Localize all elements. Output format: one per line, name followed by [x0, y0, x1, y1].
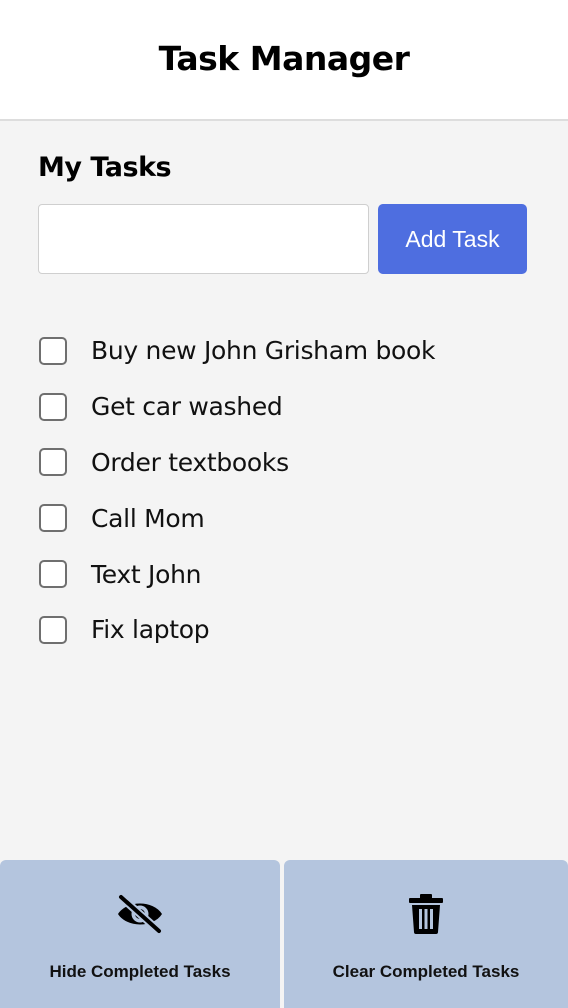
- task-item: Get car washed: [38, 379, 528, 435]
- hide-completed-button[interactable]: Hide Completed Tasks: [0, 860, 280, 1008]
- task-item: Buy new John Grisham book: [38, 323, 528, 379]
- task-label: Order textbooks: [91, 447, 289, 477]
- task-label: Buy new John Grisham book: [91, 336, 436, 366]
- task-item: Text John: [38, 546, 528, 602]
- clear-completed-label: Clear Completed Tasks: [332, 962, 520, 981]
- trash-icon: [401, 894, 451, 936]
- task-checkbox[interactable]: [39, 504, 67, 533]
- task-item: Call Mom: [38, 490, 528, 546]
- eye-slash-icon: [115, 894, 165, 936]
- task-label: Fix laptop: [91, 615, 210, 645]
- task-item: Fix laptop: [38, 602, 528, 658]
- task-item: Order textbooks: [38, 435, 528, 491]
- task-checkbox[interactable]: [39, 392, 67, 421]
- task-checkbox[interactable]: [39, 560, 67, 589]
- task-checkbox[interactable]: [39, 615, 67, 644]
- section-title: My Tasks: [38, 152, 172, 183]
- task-checkbox[interactable]: [39, 448, 67, 477]
- task-checkbox[interactable]: [39, 336, 67, 365]
- app-header: Task Manager: [0, 0, 568, 121]
- page-title: Task Manager: [158, 39, 410, 78]
- task-label: Text John: [91, 559, 202, 589]
- task-list: Buy new John Grisham book Get car washed…: [38, 323, 528, 658]
- new-task-input[interactable]: [38, 204, 369, 274]
- add-task-button[interactable]: Add Task: [378, 204, 527, 274]
- hide-completed-label: Hide Completed Tasks: [49, 962, 231, 981]
- task-label: Get car washed: [91, 392, 283, 422]
- task-label: Call Mom: [91, 503, 205, 533]
- clear-completed-button[interactable]: Clear Completed Tasks: [284, 860, 568, 1008]
